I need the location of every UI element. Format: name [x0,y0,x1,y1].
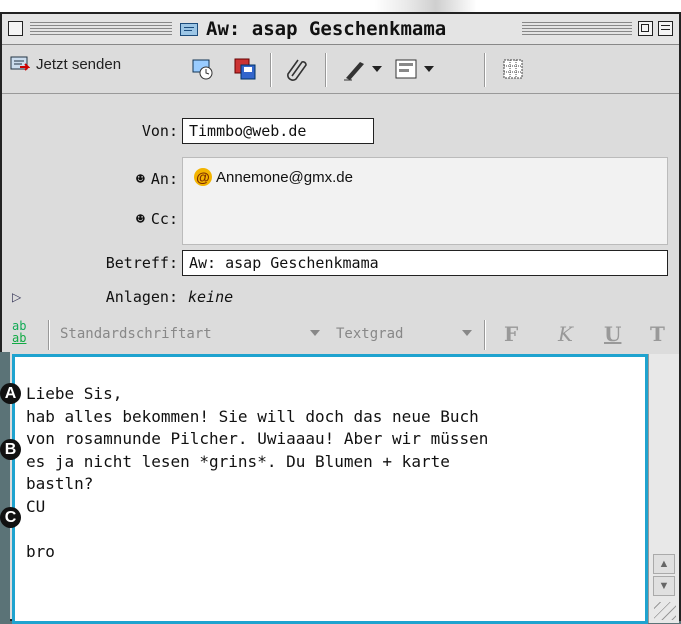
marker-c: C [0,507,21,528]
subject-label: Betreff: [105,254,178,272]
person-icon: ☻ [135,210,145,228]
save-icon [234,58,256,80]
vertical-scrollbar[interactable]: ▲ ▼ [648,354,679,623]
marker-b: B [0,439,21,460]
person-icon: ☻ [135,170,145,188]
spellcheck-button[interactable]: ab ab [12,320,40,348]
to-value: Annemone@gmx.de [216,168,353,186]
save-draft-button[interactable] [232,56,258,82]
typewriter-button[interactable]: T [650,322,665,346]
body-line [26,518,645,541]
resize-grip[interactable] [654,602,676,620]
send-now-label: Jetzt senden [36,55,122,73]
attach-button[interactable] [284,56,310,82]
collapse-box[interactable] [658,21,673,36]
envelope-icon [180,22,198,36]
message-header: Von: Timmbo@web.de ☻ An: @ Annemone@gmx.d… [2,94,679,356]
signature-icon [344,62,382,81]
chevron-down-icon [462,330,472,336]
body-line: hab alles bekommen! Sie will doch das ne… [26,406,479,426]
underline-button[interactable]: U [604,322,621,346]
marker-a: A [0,383,21,404]
send-icon [10,56,30,71]
body-line: von rosamnunde Pilcher. Uwiaaau! Aber wi… [26,429,489,448]
address-book-button[interactable] [190,56,216,82]
at-sign-icon: @ [194,168,212,186]
chevron-down-icon [310,330,320,336]
from-label: Von: [141,122,178,140]
toolbar-separator [325,53,326,87]
body-line: es ja nicht lesen *grins*. Du Blumen + k… [26,451,450,471]
spellcheck-icon: ab ab [12,319,27,345]
toolbar: Jetzt senden [2,45,679,94]
grid-icon [503,59,523,79]
format-separator [484,320,485,350]
send-now-button[interactable]: Jetzt senden [10,55,121,73]
body-line: Liebe Sis, [26,384,123,403]
to-recipient[interactable]: @ Annemone@gmx.de [194,168,353,186]
message-body[interactable]: Liebe Sis, hab alles bekommen! Sie will … [12,354,648,624]
priority-icon [395,59,434,79]
to-label-group: ☻ An: [98,170,178,188]
body-line: bastln? [26,474,94,493]
format-separator [48,320,49,350]
to-label: An: [150,170,178,188]
attachments-label: Anlagen: [105,288,178,306]
toolbar-separator [270,53,271,87]
address-book-icon [192,59,213,80]
window-title-group: Aw: asap Geschenkmama [172,17,455,41]
toolbar-separator [484,53,485,87]
attachments-value: keine [188,288,234,306]
title-bar-stripes [30,22,180,36]
title-bar[interactable]: Aw: asap Geschenkmama [2,14,679,45]
mail-window: Aw: asap Geschenkmama Jetzt senden Von: … [0,12,681,624]
close-box[interactable] [8,21,23,36]
arrow-down-icon: ▼ [658,580,670,592]
arrow-up-icon: ▲ [658,558,670,570]
cc-label: Cc: [150,210,178,228]
font-select[interactable]: Standardschriftart [60,322,320,346]
bold-button[interactable]: F [504,322,518,346]
signature-button[interactable] [342,56,386,82]
window-title: Aw: asap Geschenkmama [206,18,447,40]
format-bar: ab ab Standardschriftart Textgrad F K U T [2,316,679,354]
cc-label-group: ☻ Cc: [98,210,178,228]
scroll-down-button[interactable]: ▼ [653,576,675,596]
subject-field[interactable]: Aw: asap Geschenkmama [182,250,668,276]
body-line: bro [26,541,55,561]
from-field[interactable]: Timmbo@web.de [182,118,374,144]
priority-button[interactable] [394,56,440,82]
size-select-value: Textgrad [336,326,404,342]
font-select-value: Standardschriftart [60,326,212,342]
scroll-up-button[interactable]: ▲ [653,554,675,574]
size-select[interactable]: Textgrad [336,322,472,346]
grid-button[interactable] [500,56,526,82]
title-bar-stripes-right [522,22,632,36]
zoom-box[interactable] [638,21,653,36]
body-line: CU [26,496,46,516]
italic-button[interactable]: K [558,322,573,346]
disclosure-triangle-icon[interactable]: ▷ [12,290,21,304]
attach-icon [287,59,307,81]
